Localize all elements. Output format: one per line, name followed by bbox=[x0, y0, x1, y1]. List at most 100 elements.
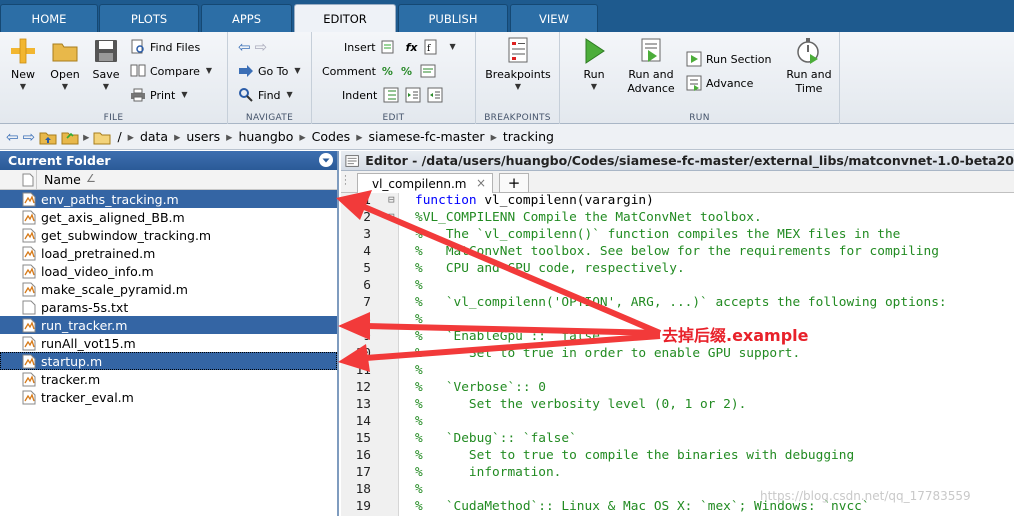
open-button[interactable]: Open ▼ bbox=[46, 36, 84, 92]
file-row[interactable]: make_scale_pyramid.m bbox=[0, 280, 337, 298]
breadcrumb-siamese[interactable]: siamese-fc-master bbox=[368, 129, 484, 144]
file-row[interactable]: env_paths_tracking.m bbox=[0, 190, 337, 208]
nav-arrows[interactable]: ⇦ ⇨ bbox=[238, 38, 267, 56]
advance-label: Advance bbox=[706, 76, 754, 90]
file-name: env_paths_tracking.m bbox=[41, 191, 179, 207]
comment-text: % `Debug`:: `false` bbox=[415, 431, 577, 446]
chevron-down-icon: ▼ bbox=[449, 42, 456, 51]
uncomment-percent-icon[interactable]: % bbox=[401, 65, 412, 78]
code-text: % MatConvNet toolbox. See below for the … bbox=[415, 244, 939, 259]
code-line: 7 % `vl_compilenn('OPTION', ARG, ...)` ac… bbox=[341, 295, 1014, 312]
file-type-column-icon bbox=[22, 173, 34, 187]
find-files-button[interactable]: Find Files bbox=[130, 38, 200, 56]
new-button[interactable]: New ▼ bbox=[6, 36, 40, 92]
file-row[interactable]: get_subwindow_tracking.m bbox=[0, 226, 337, 244]
new-tab-button[interactable]: + bbox=[499, 173, 529, 193]
tab-apps[interactable]: APPS bbox=[201, 4, 292, 32]
smart-indent-icon[interactable] bbox=[383, 87, 399, 103]
comment-percent-icon[interactable]: % bbox=[382, 65, 393, 78]
m-file-icon bbox=[22, 372, 36, 386]
run-play-icon bbox=[585, 38, 605, 64]
file-list: env_paths_tracking.m get_axis_aligned_BB.… bbox=[0, 190, 337, 406]
text-file-icon bbox=[22, 300, 36, 314]
line-number: 1 bbox=[363, 193, 371, 208]
code-line: 3 % The `vl_compilenn()` function compile… bbox=[341, 227, 1014, 244]
wrap-comments-icon[interactable] bbox=[420, 63, 436, 79]
comment-label: Comment bbox=[322, 64, 376, 78]
run-button[interactable]: Run ▼ bbox=[574, 36, 614, 92]
increase-indent-icon[interactable] bbox=[405, 87, 421, 103]
line-number: 15 bbox=[355, 431, 371, 446]
tab-plots[interactable]: PLOTS bbox=[99, 4, 199, 32]
indent-button[interactable]: Indent bbox=[342, 86, 447, 104]
breadcrumb-data[interactable]: data bbox=[140, 129, 168, 144]
breadcrumb-tracking[interactable]: tracking bbox=[503, 129, 554, 144]
compare-button[interactable]: Compare ▼ bbox=[130, 62, 212, 80]
m-file-icon bbox=[22, 210, 36, 224]
file-group-label: FILE bbox=[103, 113, 124, 123]
breakpoints-button[interactable]: Breakpoints ▼ bbox=[484, 36, 552, 92]
decrease-indent-icon[interactable] bbox=[427, 87, 443, 103]
function-doc-icon[interactable]: f bbox=[423, 39, 439, 55]
insert-button[interactable]: Insert fx f ▼ bbox=[344, 38, 456, 56]
run-and-time-button[interactable]: Run and Time bbox=[782, 36, 836, 96]
file-row[interactable]: params-5s.txt bbox=[0, 298, 337, 316]
save-button[interactable]: Save ▼ bbox=[88, 36, 124, 92]
file-row[interactable]: startup.m bbox=[0, 352, 337, 370]
up-folder-icon[interactable] bbox=[39, 129, 57, 145]
print-button[interactable]: Print ▼ bbox=[130, 86, 187, 104]
edit-group-label: EDIT bbox=[382, 113, 405, 123]
browse-folder-icon[interactable] bbox=[61, 129, 79, 145]
fold-toggle-icon[interactable]: ⊟ bbox=[388, 193, 395, 206]
open-label: Open bbox=[50, 68, 80, 81]
file-row[interactable]: run_tracker.m bbox=[0, 316, 337, 334]
forward-icon[interactable]: ⇨ bbox=[23, 128, 36, 146]
run-and-advance-button[interactable]: Run and Advance bbox=[624, 36, 678, 96]
line-number: 9 bbox=[363, 329, 371, 344]
comment-button[interactable]: Comment % % bbox=[322, 62, 440, 80]
advance-button[interactable]: Advance bbox=[686, 74, 753, 92]
breadcrumb-users[interactable]: users bbox=[186, 129, 220, 144]
file-row[interactable]: runAll_vot15.m bbox=[0, 334, 337, 352]
file-row[interactable]: load_pretrained.m bbox=[0, 244, 337, 262]
back-icon[interactable]: ⇦ bbox=[6, 128, 19, 146]
run-section-button[interactable]: Run Section bbox=[686, 50, 771, 68]
editor-icon bbox=[345, 154, 359, 167]
code-area[interactable]: 1 ⊟ function vl_compilenn(varargin) 2 ⊟ %VL_C… bbox=[341, 193, 1014, 516]
line-number: 19 bbox=[355, 499, 371, 514]
file-row[interactable]: tracker.m bbox=[0, 370, 337, 388]
go-to-button[interactable]: Go To ▼ bbox=[238, 62, 301, 80]
m-file-icon bbox=[22, 192, 36, 206]
breadcrumb-separator: ▸ bbox=[127, 129, 134, 144]
line-number: 7 bbox=[363, 295, 371, 310]
breadcrumb-codes[interactable]: Codes bbox=[312, 129, 351, 144]
file-row[interactable]: tracker_eval.m bbox=[0, 388, 337, 406]
file-row[interactable]: get_axis_aligned_BB.m bbox=[0, 208, 337, 226]
file-row[interactable]: load_video_info.m bbox=[0, 262, 337, 280]
printer-icon bbox=[131, 88, 145, 102]
fold-toggle-icon[interactable]: ⊟ bbox=[388, 210, 395, 223]
back-arrow-icon[interactable]: ⇦ bbox=[238, 38, 251, 56]
breakpoints-label: Breakpoints bbox=[485, 68, 551, 81]
m-file-icon bbox=[22, 318, 36, 332]
breadcrumb-root[interactable]: / bbox=[117, 129, 121, 144]
tab-view[interactable]: VIEW bbox=[510, 4, 598, 32]
find-button[interactable]: Find ▼ bbox=[238, 86, 293, 104]
run-group: Run ▼ Run and Advance Run Section Advanc… bbox=[560, 32, 840, 124]
close-tab-icon[interactable]: × bbox=[476, 176, 486, 190]
name-column-header[interactable]: Name ∠ bbox=[0, 170, 337, 190]
line-number: 6 bbox=[363, 278, 371, 293]
chevron-down-icon: ▼ bbox=[286, 90, 293, 99]
tab-grip-icon: · · · bbox=[344, 172, 347, 190]
tab-publish[interactable]: PUBLISH bbox=[398, 4, 508, 32]
line-number: 12 bbox=[355, 380, 371, 395]
forward-arrow-icon[interactable]: ⇨ bbox=[255, 38, 268, 56]
root-folder-icon[interactable] bbox=[93, 129, 111, 145]
tab-home[interactable]: HOME bbox=[0, 4, 98, 32]
panel-menu-icon[interactable] bbox=[319, 153, 333, 167]
breadcrumb-huangbo[interactable]: huangbo bbox=[238, 129, 293, 144]
line-number: 16 bbox=[355, 448, 371, 463]
editor-tab-vl-compilenn[interactable]: vl_compilenn.m × bbox=[357, 173, 493, 193]
tab-editor[interactable]: EDITOR bbox=[294, 4, 396, 32]
fx-icon[interactable]: fx bbox=[406, 41, 418, 54]
